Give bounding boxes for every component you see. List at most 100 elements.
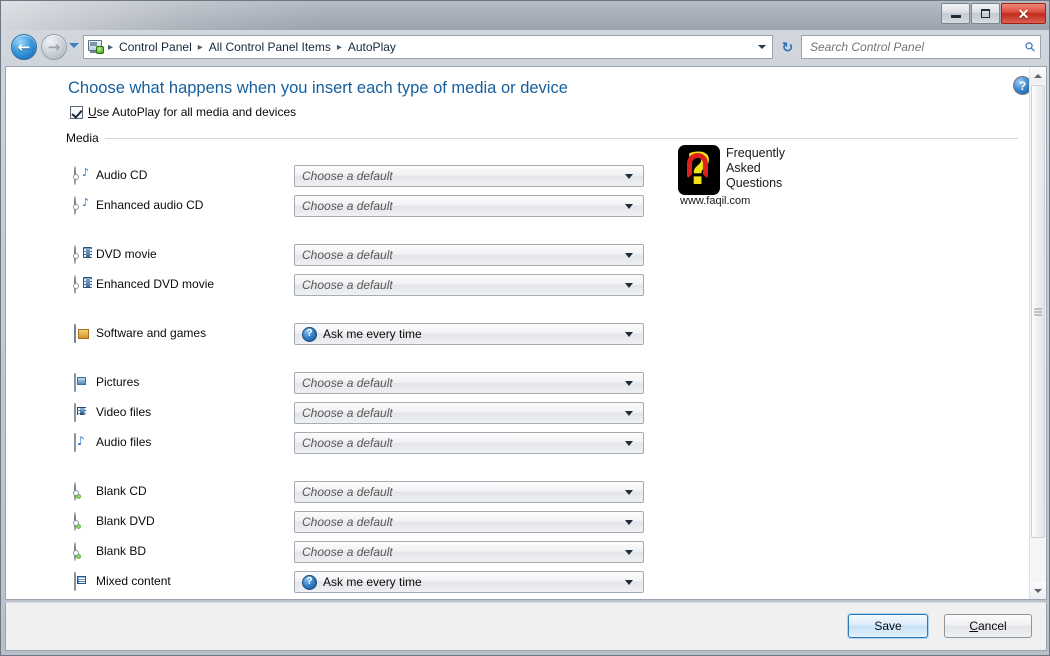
vertical-scrollbar[interactable] (1029, 67, 1046, 599)
breadcrumb-dropdown-icon[interactable] (758, 45, 766, 49)
search-box[interactable]: ⚲ (801, 35, 1041, 59)
chevron-down-icon (625, 203, 633, 209)
media-row-label: Audio files (96, 435, 152, 449)
media-action-value: Choose a default (302, 485, 393, 499)
media-group-label: Media (66, 131, 99, 145)
question-mark-glyph: ? (306, 576, 313, 587)
media-action-value: Ask me every time (323, 575, 422, 589)
chevron-down-icon (625, 410, 633, 416)
page-title: Choose what happens when you insert each… (68, 79, 568, 97)
media-row-label: Blank BD (96, 544, 147, 558)
media-row-label: Pictures (96, 375, 140, 389)
media-row: Blank DVD Choose a default (6, 511, 1016, 533)
breadcrumb-item-all-control-panel-items[interactable]: All Control Panel Items (204, 38, 336, 56)
breadcrumb-separator: ▸ (108, 41, 114, 53)
forward-button[interactable]: → (41, 34, 67, 60)
cancel-button[interactable]: Cancel (944, 614, 1032, 638)
media-action-dropdown[interactable]: Choose a default (294, 432, 644, 454)
close-icon: ✕ (1017, 5, 1030, 22)
media-row-label: Blank CD (96, 484, 147, 498)
scroll-down-button[interactable] (1030, 582, 1046, 599)
refresh-button[interactable]: ↻ (777, 37, 798, 58)
chevron-down-icon (69, 43, 79, 48)
software-games-icon (74, 324, 91, 343)
media-row: ♪ Audio CD Choose a default (6, 165, 1016, 187)
media-action-dropdown[interactable]: ? Ask me every time (294, 323, 644, 345)
media-action-value: Choose a default (302, 376, 393, 390)
media-action-value: Choose a default (302, 406, 393, 420)
pictures-icon (74, 373, 91, 392)
media-action-value: Choose a default (302, 199, 393, 213)
media-group-header: Media (66, 131, 1018, 145)
media-action-dropdown[interactable]: Choose a default (294, 541, 644, 563)
dvd-movie-icon (74, 245, 92, 264)
ask-every-time-icon: ? (302, 326, 317, 342)
media-row: ♪ Audio files Choose a default (6, 432, 1016, 454)
address-bar: ← → ▸ Control Panel ▸ All Control Panel … (1, 30, 1049, 66)
breadcrumb-item-control-panel[interactable]: Control Panel (114, 38, 197, 56)
cancel-rest: ancel (977, 619, 1007, 633)
blank-cd-icon (74, 482, 91, 501)
media-action-dropdown[interactable]: Choose a default (294, 244, 644, 266)
save-button[interactable]: Save (848, 614, 928, 638)
accel-letter: C (969, 619, 978, 633)
control-panel-icon (88, 39, 104, 55)
media-row: Blank BD Choose a default (6, 541, 1016, 563)
chevron-down-icon (625, 331, 633, 337)
maximize-icon (981, 9, 990, 18)
audio-files-icon: ♪ (74, 433, 91, 452)
back-button[interactable]: ← (11, 34, 37, 60)
use-autoplay-checkbox[interactable]: Use AutoPlay for all media and devices (70, 105, 296, 119)
save-label: Save (874, 619, 902, 633)
search-input[interactable] (810, 40, 1027, 54)
media-row-label: Audio CD (96, 168, 148, 182)
media-action-dropdown[interactable]: Choose a default (294, 511, 644, 533)
media-row-label: Software and games (96, 326, 207, 340)
dvd-movie-icon (74, 275, 92, 294)
media-action-dropdown[interactable]: Choose a default (294, 481, 644, 503)
close-button[interactable]: ✕ (1001, 3, 1046, 24)
media-action-value: Choose a default (302, 169, 393, 183)
help-icon: ? (1018, 78, 1027, 93)
maximize-button[interactable] (971, 3, 1000, 24)
faq-line-1: Frequently (726, 146, 786, 160)
media-row-label: Mixed content (96, 574, 171, 588)
content-pane: ? Choose what happens when you insert ea… (5, 66, 1047, 600)
recent-pages-button[interactable] (69, 43, 79, 53)
media-action-dropdown[interactable]: Choose a default (294, 274, 644, 296)
question-mark-glyph: ? (306, 328, 313, 339)
chevron-down-icon (625, 549, 633, 555)
minimize-button[interactable] (941, 3, 970, 24)
chevron-down-icon (625, 440, 633, 446)
back-arrow-icon: ← (17, 37, 31, 56)
media-action-dropdown[interactable]: ? Ask me every time (294, 571, 644, 593)
label-rest: se AutoPlay for all media and devices (96, 105, 297, 119)
media-action-dropdown[interactable]: Choose a default (294, 372, 644, 394)
checkbox-check-icon (70, 105, 83, 119)
scrollbar-thumb[interactable] (1031, 85, 1045, 538)
ask-every-time-icon: ? (302, 574, 317, 590)
breadcrumb-separator: ▸ (336, 41, 342, 53)
audio-cd-icon: ♪ (74, 196, 91, 215)
media-action-value: Choose a default (302, 278, 393, 292)
breadcrumb-separator: ▸ (197, 41, 203, 53)
scroll-up-button[interactable] (1030, 67, 1046, 84)
blank-bd-icon (74, 542, 91, 561)
media-row: Enhanced DVD movie Choose a default (6, 274, 1016, 296)
use-autoplay-label: Use AutoPlay for all media and devices (88, 105, 296, 119)
accel-letter: U (88, 105, 97, 119)
media-row-label: Enhanced DVD movie (96, 277, 215, 291)
breadcrumb-item-autoplay[interactable]: AutoPlay (343, 38, 401, 56)
media-row-label: Blank DVD (96, 514, 155, 528)
media-action-value: Choose a default (302, 248, 393, 262)
media-action-dropdown[interactable]: Choose a default (294, 195, 644, 217)
media-row-label: Video files (96, 405, 152, 419)
media-action-dropdown[interactable]: Choose a default (294, 402, 644, 424)
media-row-label: Enhanced audio CD (96, 198, 204, 212)
chevron-down-icon (625, 173, 633, 179)
autoplay-window: ✕ ← → ▸ Control Panel ▸ All Control Pane… (0, 0, 1050, 656)
chevron-down-icon (1034, 588, 1042, 593)
breadcrumb-bar[interactable]: ▸ Control Panel ▸ All Control Panel Item… (83, 35, 773, 59)
title-bar: ✕ (1, 1, 1049, 30)
media-action-dropdown[interactable]: Choose a default (294, 165, 644, 187)
